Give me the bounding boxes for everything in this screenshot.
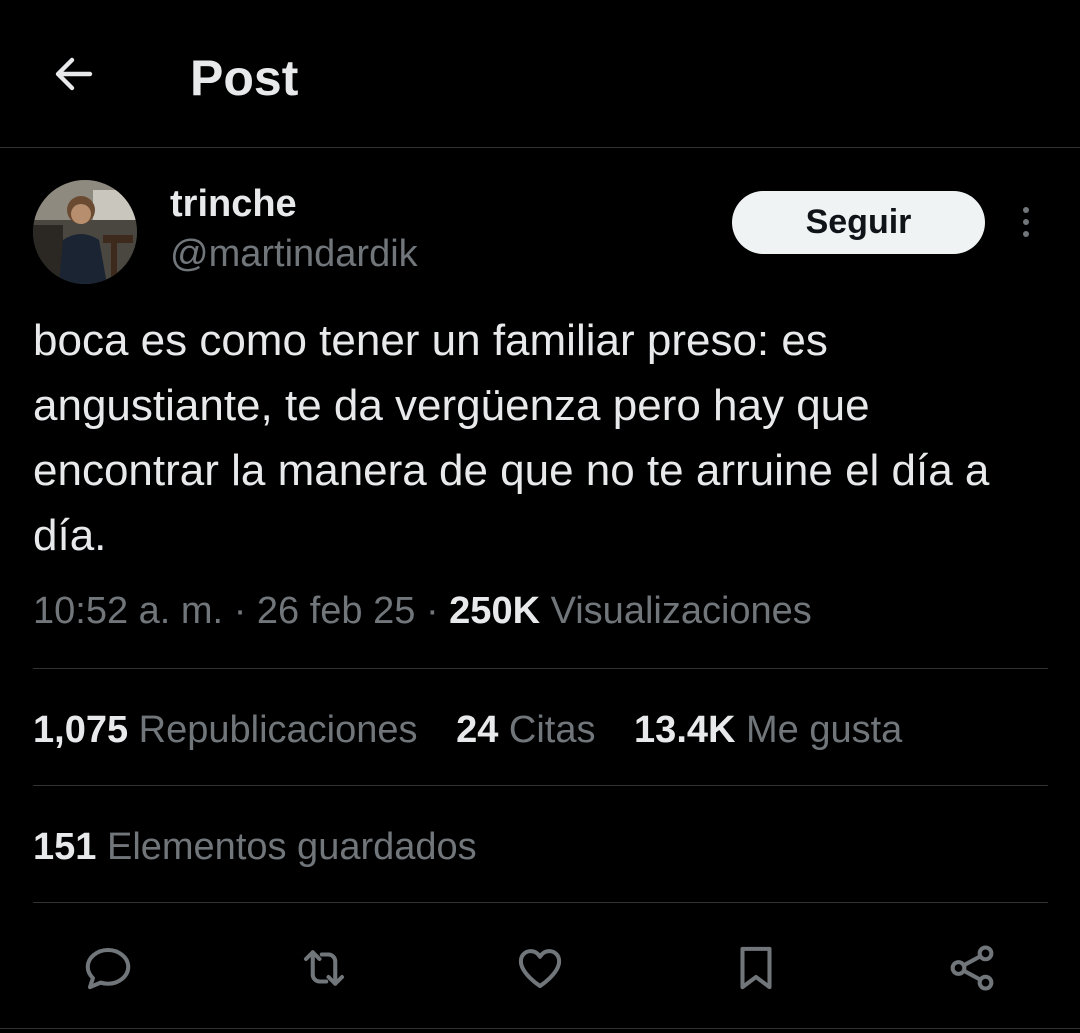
- reposts-count: 1,075: [33, 709, 129, 751]
- follow-button[interactable]: Seguir: [732, 191, 985, 254]
- likes-stat[interactable]: 13.4K Me gusta: [634, 705, 902, 755]
- repost-button[interactable]: [294, 938, 354, 998]
- avatar[interactable]: [33, 180, 137, 284]
- meta-separator: ·: [425, 590, 439, 632]
- more-button[interactable]: [1008, 200, 1044, 244]
- back-button[interactable]: [44, 44, 104, 104]
- handle[interactable]: @martindardik: [170, 230, 418, 278]
- bookmark-icon: [740, 946, 772, 990]
- bookmark-button[interactable]: [726, 938, 786, 998]
- bookmarks-count: 151: [33, 826, 97, 868]
- likes-count: 13.4K: [634, 709, 736, 751]
- page-title: Post: [190, 50, 299, 106]
- quotes-stat[interactable]: 24 Citas: [456, 705, 595, 755]
- views-count: 250K: [449, 590, 541, 632]
- post-text: boca es como tener un familiar preso: es…: [33, 316, 990, 560]
- like-button[interactable]: [510, 938, 570, 998]
- bookmarks-label: Elementos guardados: [106, 826, 477, 868]
- meta-separator: ·: [233, 590, 247, 632]
- quotes-label: Citas: [508, 709, 596, 751]
- quotes-count: 24: [456, 709, 499, 751]
- reposts-label: Republicaciones: [138, 709, 418, 751]
- action-bar: [0, 910, 1080, 1020]
- engagement-stats: 1,075 Republicaciones 24 Citas 13.4K Me …: [33, 705, 930, 755]
- share-icon: [950, 945, 994, 991]
- reposts-stat[interactable]: 1,075 Republicaciones: [33, 705, 418, 755]
- author-row: trinche @martindardik Seguir: [0, 150, 1080, 300]
- more-vertical-icon: [1023, 207, 1029, 237]
- share-button[interactable]: [942, 938, 1002, 998]
- post-date[interactable]: 26 feb 25: [257, 590, 415, 632]
- repost-icon: [303, 950, 345, 986]
- likes-label: Me gusta: [746, 709, 903, 751]
- divider: [0, 1028, 1080, 1029]
- avatar-photo: [33, 180, 137, 284]
- divider: [33, 902, 1048, 903]
- views-label: Visualizaciones: [550, 590, 812, 632]
- display-name[interactable]: trinche: [170, 180, 297, 228]
- divider: [33, 785, 1048, 786]
- reply-icon: [85, 947, 131, 990]
- reply-button[interactable]: [78, 938, 138, 998]
- divider: [33, 668, 1048, 669]
- post-meta: 10:52 a. m. · 26 feb 25 · 250K Visualiza…: [33, 586, 812, 636]
- like-icon: [518, 949, 562, 989]
- top-bar: Post: [0, 0, 1080, 148]
- post-time[interactable]: 10:52 a. m.: [33, 590, 223, 632]
- arrow-left-icon: [55, 57, 93, 91]
- bookmarks-stat[interactable]: 151 Elementos guardados: [33, 822, 505, 872]
